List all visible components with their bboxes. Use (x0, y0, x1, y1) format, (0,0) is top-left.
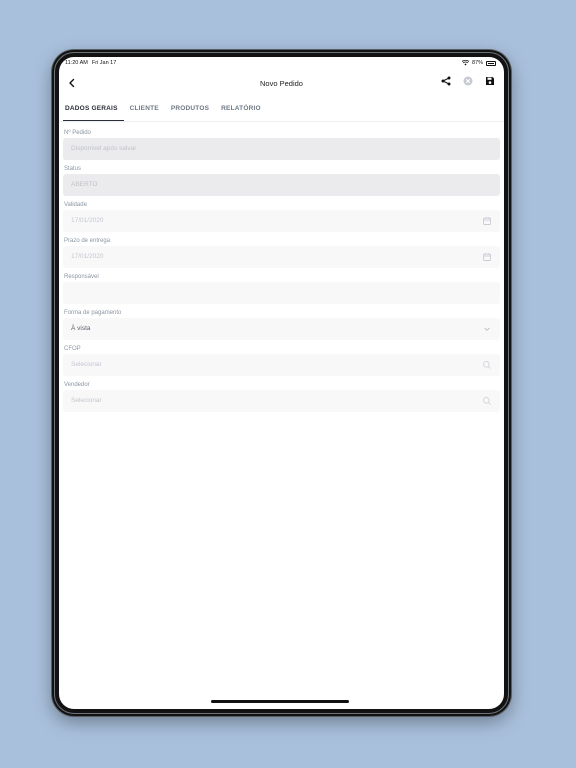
back-icon[interactable] (65, 76, 79, 90)
field-responsavel: Responsável (63, 272, 500, 304)
cfop-placeholder: Selecionar (71, 361, 102, 368)
field-validade: Validade 17/01/2020 (63, 200, 500, 232)
pedido-input: Disponível após salvar (63, 138, 500, 160)
field-cfop: CFOP Selecionar (63, 344, 500, 376)
home-indicator[interactable] (211, 700, 349, 703)
share-icon (441, 76, 451, 86)
cfop-input[interactable]: Selecionar (63, 354, 500, 376)
vendedor-placeholder: Selecionar (71, 397, 102, 404)
cfop-label: CFOP (64, 346, 81, 352)
responsavel-input[interactable] (63, 282, 500, 304)
status-bar: 11:20 AM Fri Jan 17 87% (59, 57, 504, 69)
navigation-bar: Novo Pedido (59, 69, 504, 99)
status-label: Status (64, 166, 82, 172)
field-prazo: Prazo de entrega 17/01/2020 (63, 236, 500, 268)
tab-relatorio[interactable]: RELATÓRIO (219, 99, 267, 121)
app-screen: 11:20 AM Fri Jan 17 87% Novo Pedido DADO… (59, 57, 504, 709)
prazo-value: 17/01/2020 (71, 253, 104, 260)
save-button[interactable] (484, 75, 496, 87)
calendar-icon[interactable] (482, 216, 492, 226)
responsavel-label: Responsável (64, 274, 99, 280)
vendedor-input[interactable]: Selecionar (63, 390, 500, 412)
validade-input[interactable]: 17/01/2020 (63, 210, 500, 232)
tab-bar: DADOS GERAIS CLIENTE PRODUTOS RELATÓRIO (59, 99, 504, 122)
field-pedido: Nº Pedido Disponível após salvar (63, 128, 500, 160)
pagamento-select[interactable]: À vista (63, 318, 500, 340)
chevron-down-icon (484, 327, 490, 331)
order-form: Nº Pedido Disponível após salvar Status … (59, 122, 504, 412)
tab-dados-gerais[interactable]: DADOS GERAIS (63, 99, 124, 121)
field-vendedor: Vendedor Selecionar (63, 380, 500, 412)
pagamento-label: Forma de pagamento (64, 310, 122, 316)
battery-icon (486, 60, 496, 66)
status-date: Fri Jan 17 (91, 60, 117, 66)
pedido-label: Nº Pedido (64, 130, 91, 136)
page-title: Novo Pedido (260, 79, 303, 88)
save-icon (486, 77, 494, 85)
prazo-label: Prazo de entrega (64, 238, 111, 244)
validade-value: 17/01/2020 (71, 217, 104, 224)
status-time: 11:20 AM (65, 60, 88, 66)
field-status: Status ABERTO (63, 164, 500, 196)
field-pagamento: Forma de pagamento À vista (63, 308, 500, 340)
status-input: ABERTO (63, 174, 500, 196)
calendar-icon[interactable] (482, 252, 492, 262)
battery-percent: 87% (471, 60, 483, 66)
vendedor-label: Vendedor (64, 382, 90, 388)
pagamento-value: À vista (71, 325, 91, 332)
prazo-input[interactable]: 17/01/2020 (63, 246, 500, 268)
search-icon (483, 397, 491, 405)
close-circle-icon (463, 76, 473, 86)
tab-cliente[interactable]: CLIENTE (128, 99, 165, 121)
search-icon (483, 361, 491, 369)
tablet-device: 11:20 AM Fri Jan 17 87% Novo Pedido DADO… (52, 50, 511, 716)
tab-produtos[interactable]: PRODUTOS (169, 99, 215, 121)
wifi-icon (461, 60, 469, 66)
cancel-button[interactable] (462, 75, 474, 87)
share-button[interactable] (440, 75, 452, 87)
validade-label: Validade (64, 202, 87, 208)
